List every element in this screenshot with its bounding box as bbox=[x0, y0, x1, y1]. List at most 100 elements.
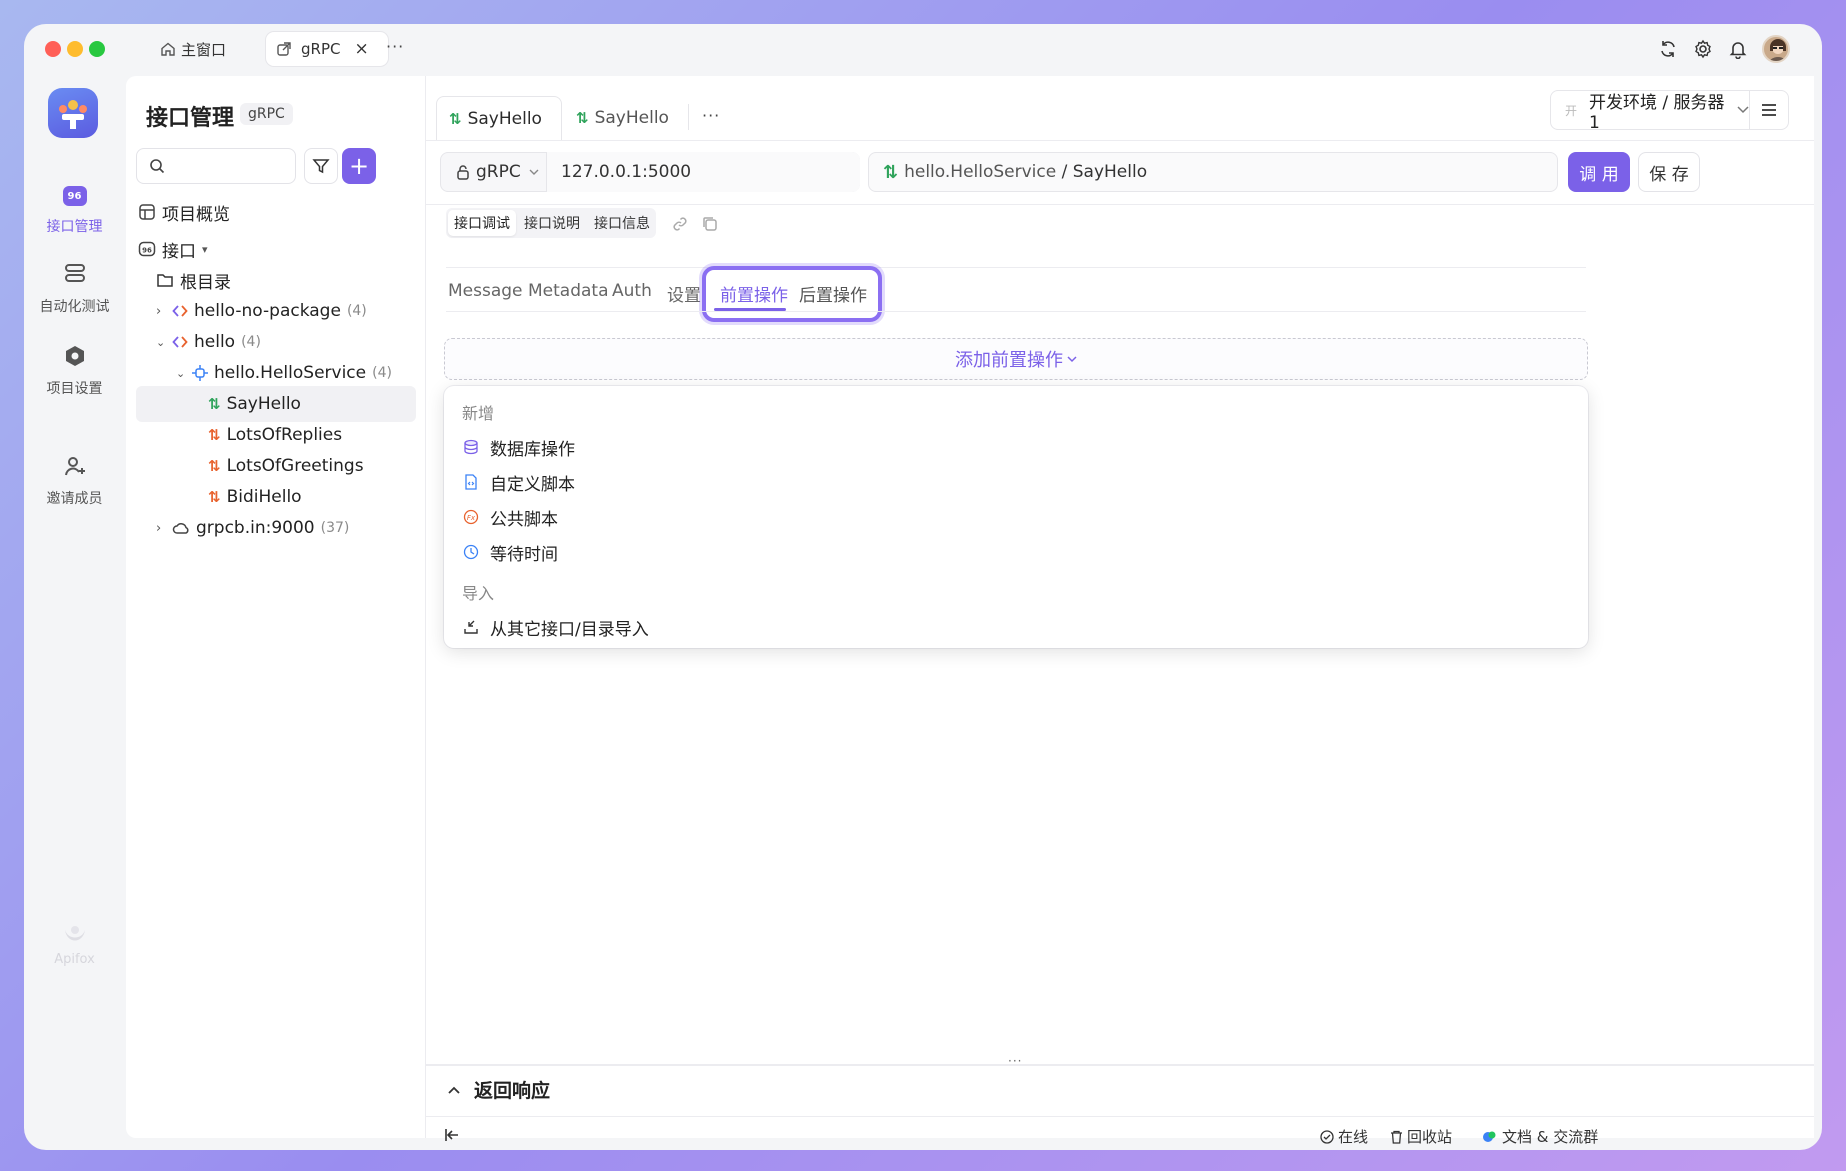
rail-item-api-management[interactable]: 96 接口管理 bbox=[24, 182, 125, 236]
collapse-sidebar-icon[interactable] bbox=[444, 1128, 460, 1142]
lock-icon bbox=[456, 164, 470, 180]
menu-item-database[interactable]: 数据库操作 bbox=[462, 429, 575, 465]
tab-home-label: 主窗口 bbox=[181, 39, 226, 60]
zoom-window-button[interactable] bbox=[89, 41, 105, 57]
add-pre-op-label: 添加前置操作 bbox=[955, 346, 1063, 372]
status-online[interactable]: 在线 bbox=[1320, 1126, 1368, 1147]
refresh-icon[interactable] bbox=[1658, 39, 1678, 59]
mode-tab-docs[interactable]: 接口说明 bbox=[518, 210, 586, 236]
chevron-right-icon[interactable]: › bbox=[156, 521, 172, 536]
import-icon bbox=[462, 618, 480, 636]
unary-arrows-icon: ⇅ bbox=[883, 162, 898, 183]
subtab-auth[interactable]: Auth bbox=[612, 281, 652, 301]
chevron-down-icon[interactable]: ⌄ bbox=[176, 367, 192, 380]
response-header[interactable]: 返回响应 bbox=[448, 1076, 550, 1103]
chevron-down-icon bbox=[529, 169, 539, 176]
status-divider bbox=[426, 1116, 1814, 1117]
gear-icon[interactable] bbox=[1693, 39, 1713, 59]
brand-footer: Apifox bbox=[24, 924, 125, 967]
filter-icon bbox=[312, 157, 330, 175]
menu-item-label: 从其它接口/目录导入 bbox=[490, 615, 649, 640]
rail-item-label: 邀请成员 bbox=[47, 491, 103, 507]
rail-item-project-settings[interactable]: 项目设置 bbox=[24, 344, 125, 398]
environment-select[interactable]: 开 开发环境 / 服务器1 bbox=[1550, 90, 1750, 130]
recycle-bin-label: 回收站 bbox=[1407, 1126, 1452, 1147]
recycle-bin[interactable]: 回收站 bbox=[1390, 1126, 1452, 1147]
tree-item-count: (4) bbox=[372, 365, 392, 381]
cloud-icon bbox=[172, 520, 190, 536]
drag-handle-icon[interactable]: ··· bbox=[1008, 1054, 1022, 1068]
layout-icon bbox=[138, 203, 156, 221]
response-resize-handle[interactable] bbox=[426, 1064, 1814, 1066]
close-window-button[interactable] bbox=[45, 41, 61, 57]
script-file-icon bbox=[462, 473, 480, 491]
menu-item-custom-script[interactable]: 自定义脚本 bbox=[462, 464, 575, 500]
tab-divider bbox=[688, 104, 689, 130]
tree-item-label: grpcb.in:9000 bbox=[196, 518, 315, 538]
minimize-window-button[interactable] bbox=[67, 41, 83, 57]
avatar[interactable] bbox=[1762, 35, 1790, 63]
svg-text:Fx: Fx bbox=[467, 514, 476, 522]
menu-item-public-script[interactable]: Fx 公共脚本 bbox=[462, 499, 558, 535]
menu-button[interactable] bbox=[1749, 90, 1789, 130]
copy-icon[interactable] bbox=[702, 216, 718, 232]
host-input[interactable]: 127.0.0.1:5000 bbox=[546, 152, 860, 192]
subtab-metadata[interactable]: Metadata bbox=[528, 281, 609, 301]
subtab-settings[interactable]: 设置 bbox=[667, 281, 701, 306]
nav-rail: 96 接口管理 自动化测试 项目设置 邀请成员 Apifox bbox=[24, 74, 125, 1150]
menu-item-wait[interactable]: 等待时间 bbox=[462, 534, 558, 570]
tree-item-label: SayHello bbox=[227, 394, 301, 414]
method-path-input[interactable]: ⇅ hello.HelloService / SayHello bbox=[868, 152, 1558, 192]
api-management-icon: 96 bbox=[63, 186, 87, 206]
menu-item-import[interactable]: 从其它接口/目录导入 bbox=[462, 609, 649, 645]
docs-community[interactable]: 文档 & 交流群 bbox=[1482, 1126, 1598, 1147]
chevron-down-icon[interactable]: ⌄ bbox=[156, 336, 172, 349]
rail-item-invite[interactable]: 邀请成员 bbox=[24, 454, 125, 508]
rail-item-automation[interactable]: 自动化测试 bbox=[24, 262, 125, 316]
rail-item-label: 自动化测试 bbox=[40, 299, 110, 315]
caret-down-icon[interactable]: ▾ bbox=[202, 243, 208, 256]
tree-item-grpcb[interactable]: › grpcb.in:9000 (37) bbox=[156, 510, 436, 546]
title-bar: 主窗口 gRPC × ··· bbox=[24, 24, 1822, 74]
request-tab-label: SayHello bbox=[468, 109, 542, 129]
automation-icon bbox=[63, 262, 87, 290]
protocol-select[interactable]: gRPC bbox=[440, 152, 546, 192]
apis-label: 接口 bbox=[162, 237, 196, 262]
menu-item-label: 公共脚本 bbox=[490, 505, 558, 530]
clock-icon bbox=[462, 543, 480, 561]
unary-arrows-icon: ⇅ bbox=[576, 109, 589, 127]
tabs-more-button[interactable]: ··· bbox=[386, 37, 404, 56]
add-button[interactable]: + bbox=[342, 148, 376, 184]
tree-item-label: hello bbox=[194, 332, 235, 352]
save-button[interactable]: 保 存 bbox=[1638, 152, 1700, 192]
subtab-post-ops[interactable]: 后置操作 bbox=[799, 281, 867, 306]
protocol-badge: gRPC bbox=[240, 103, 293, 125]
tree-item-label: BidiHello bbox=[227, 487, 302, 507]
project-logo[interactable] bbox=[48, 88, 98, 138]
folder-icon bbox=[156, 271, 174, 289]
subtab-message[interactable]: Message bbox=[448, 281, 523, 301]
main-panel: ⇅ SayHello ⇅ SayHello ··· 开 开发环境 / 服务器1 … bbox=[426, 76, 1814, 1138]
response-title: 返回响应 bbox=[474, 1076, 550, 1103]
bell-icon[interactable] bbox=[1728, 39, 1748, 59]
link-icon[interactable] bbox=[672, 216, 688, 232]
subtab-pre-ops[interactable]: 前置操作 bbox=[720, 281, 788, 306]
tab-home[interactable]: 主窗口 bbox=[150, 32, 236, 66]
request-tab-active[interactable]: ⇅ SayHello bbox=[436, 96, 562, 140]
env-label: 开发环境 / 服务器1 bbox=[1589, 88, 1729, 133]
chevron-right-icon[interactable]: › bbox=[156, 304, 172, 319]
search-input[interactable] bbox=[136, 148, 296, 184]
request-tab[interactable]: ⇅ SayHello bbox=[576, 96, 669, 140]
add-pre-operation-button[interactable]: 添加前置操作 bbox=[444, 338, 1588, 380]
hamburger-icon bbox=[1761, 103, 1777, 117]
tab-grpc[interactable]: gRPC × bbox=[266, 32, 388, 66]
invoke-button[interactable]: 调 用 bbox=[1568, 152, 1630, 192]
mode-tab-debug[interactable]: 接口调试 bbox=[448, 210, 516, 236]
filter-button[interactable] bbox=[304, 148, 338, 184]
sidebar-item-overview[interactable]: 项目概览 bbox=[138, 194, 418, 230]
tab-close-button[interactable]: × bbox=[354, 39, 368, 59]
add-user-icon bbox=[63, 454, 87, 482]
mode-tab-info[interactable]: 接口信息 bbox=[588, 210, 656, 236]
subtabs-divider bbox=[446, 311, 1586, 312]
request-tabs-more-button[interactable]: ··· bbox=[702, 106, 720, 125]
